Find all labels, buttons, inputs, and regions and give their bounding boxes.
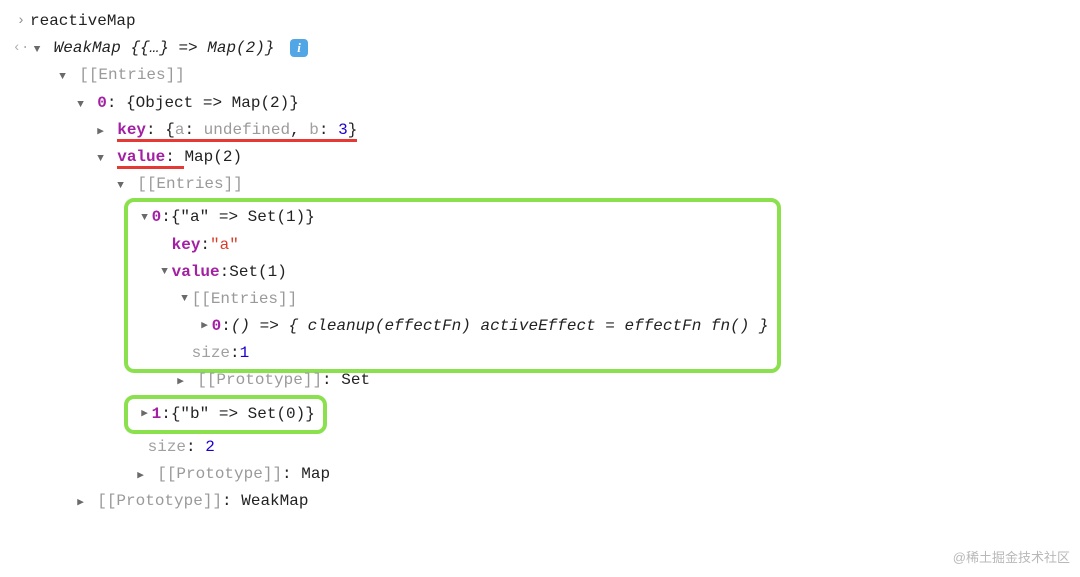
expand-toggle-icon[interactable] bbox=[30, 41, 44, 60]
entry-preview: {Object => Map(2)} bbox=[126, 94, 299, 112]
console-output-row[interactable]: ‹· WeakMap {{…} => Map(2)} i bbox=[12, 35, 1068, 62]
entry-preview: {"a" => Set(1)} bbox=[171, 204, 315, 231]
key-preview: {a: undefined, b: 3} bbox=[165, 121, 357, 139]
expand-toggle-icon[interactable] bbox=[56, 68, 70, 87]
entry-index: 1 bbox=[152, 401, 162, 428]
input-chevron-icon: › bbox=[12, 10, 30, 34]
expand-toggle-icon[interactable] bbox=[134, 467, 148, 486]
prototype-label: [[Prototype]] bbox=[197, 371, 322, 389]
expand-toggle-icon[interactable] bbox=[74, 494, 88, 513]
expand-toggle-icon[interactable] bbox=[114, 177, 128, 196]
map-value-row[interactable]: value: Set(1) bbox=[132, 259, 769, 286]
entry-row[interactable]: 0: {Object => Map(2)} bbox=[12, 90, 1068, 117]
expand-toggle-icon[interactable] bbox=[94, 123, 108, 142]
size-value: 1 bbox=[240, 340, 250, 367]
expand-toggle-icon[interactable] bbox=[174, 373, 188, 392]
set-entries-row[interactable]: [[Entries]] bbox=[132, 286, 769, 313]
value-label: value bbox=[117, 148, 165, 166]
size-row[interactable]: size: 1 bbox=[132, 340, 769, 367]
size-value: 2 bbox=[205, 438, 215, 456]
prototype-label: [[Prototype]] bbox=[97, 492, 222, 510]
size-label: size bbox=[148, 438, 186, 456]
entry-index: 0 bbox=[97, 94, 107, 112]
weakmap-summary: WeakMap {{…} => Map(2)} bbox=[54, 39, 284, 57]
prototype-value: Map bbox=[301, 465, 330, 483]
prototype-row[interactable]: [[Prototype]]: WeakMap bbox=[12, 488, 1068, 515]
expand-toggle-icon[interactable] bbox=[158, 263, 172, 282]
expand-toggle-icon[interactable] bbox=[94, 150, 108, 169]
annotation-underline: value: bbox=[117, 148, 184, 169]
expand-toggle-icon[interactable] bbox=[198, 317, 212, 336]
value-label: value bbox=[172, 259, 220, 286]
value-preview: Set(1) bbox=[229, 259, 287, 286]
function-preview: () => { cleanup(effectFn) activeEffect =… bbox=[231, 313, 769, 340]
inner-entries-row[interactable]: [[Entries]] bbox=[12, 171, 1068, 198]
entries-label: [[Entries]] bbox=[192, 286, 298, 313]
annotation-underline: key: {a: undefined, b: 3} bbox=[117, 121, 357, 142]
output-chevron-icon: ‹· bbox=[12, 37, 30, 61]
prototype-label: [[Prototype]] bbox=[157, 465, 282, 483]
entries-label: [[Entries]] bbox=[79, 66, 185, 84]
watermark: @稀土掘金技术社区 bbox=[953, 547, 1070, 569]
prototype-row[interactable]: [[Prototype]]: Map bbox=[12, 461, 1068, 488]
entry-value-row[interactable]: value: Map(2) bbox=[12, 144, 1068, 171]
annotation-box: 0: {"a" => Set(1)} key: "a" value: Set(1… bbox=[12, 198, 1068, 373]
prototype-value: Set bbox=[341, 371, 370, 389]
set-item-row[interactable]: 0: () => { cleanup(effectFn) activeEffec… bbox=[132, 313, 769, 340]
expand-toggle-icon[interactable] bbox=[74, 96, 88, 115]
expand-toggle-icon[interactable] bbox=[138, 209, 152, 228]
key-value: "a" bbox=[210, 232, 239, 259]
value-preview: Map(2) bbox=[184, 148, 242, 166]
input-expression: reactiveMap bbox=[30, 8, 1068, 35]
size-label: size bbox=[192, 340, 230, 367]
entry-index: 0 bbox=[152, 204, 162, 231]
size-row[interactable]: size: 2 bbox=[12, 434, 1068, 461]
prototype-value: WeakMap bbox=[241, 492, 308, 510]
entry-index: 0 bbox=[212, 313, 222, 340]
expand-toggle-icon[interactable] bbox=[138, 405, 152, 424]
entry-key-row[interactable]: key: {a: undefined, b: 3} bbox=[12, 117, 1068, 144]
map-entry-row[interactable]: 1: {"b" => Set(0)} bbox=[132, 401, 315, 428]
console-input-row[interactable]: › reactiveMap bbox=[12, 8, 1068, 35]
prototype-row[interactable]: [[Prototype]]: Set bbox=[12, 367, 1068, 394]
entries-row[interactable]: [[Entries]] bbox=[12, 62, 1068, 89]
key-label: key bbox=[172, 232, 201, 259]
info-icon[interactable]: i bbox=[290, 39, 308, 57]
key-label: key bbox=[117, 121, 146, 139]
map-key-row[interactable]: key: "a" bbox=[132, 232, 769, 259]
entry-preview: {"b" => Set(0)} bbox=[171, 401, 315, 428]
entries-label: [[Entries]] bbox=[137, 175, 243, 193]
annotation-box: 1: {"b" => Set(0)} bbox=[12, 395, 1068, 434]
expand-toggle-icon[interactable] bbox=[178, 290, 192, 309]
map-entry-row[interactable]: 0: {"a" => Set(1)} bbox=[132, 204, 769, 231]
